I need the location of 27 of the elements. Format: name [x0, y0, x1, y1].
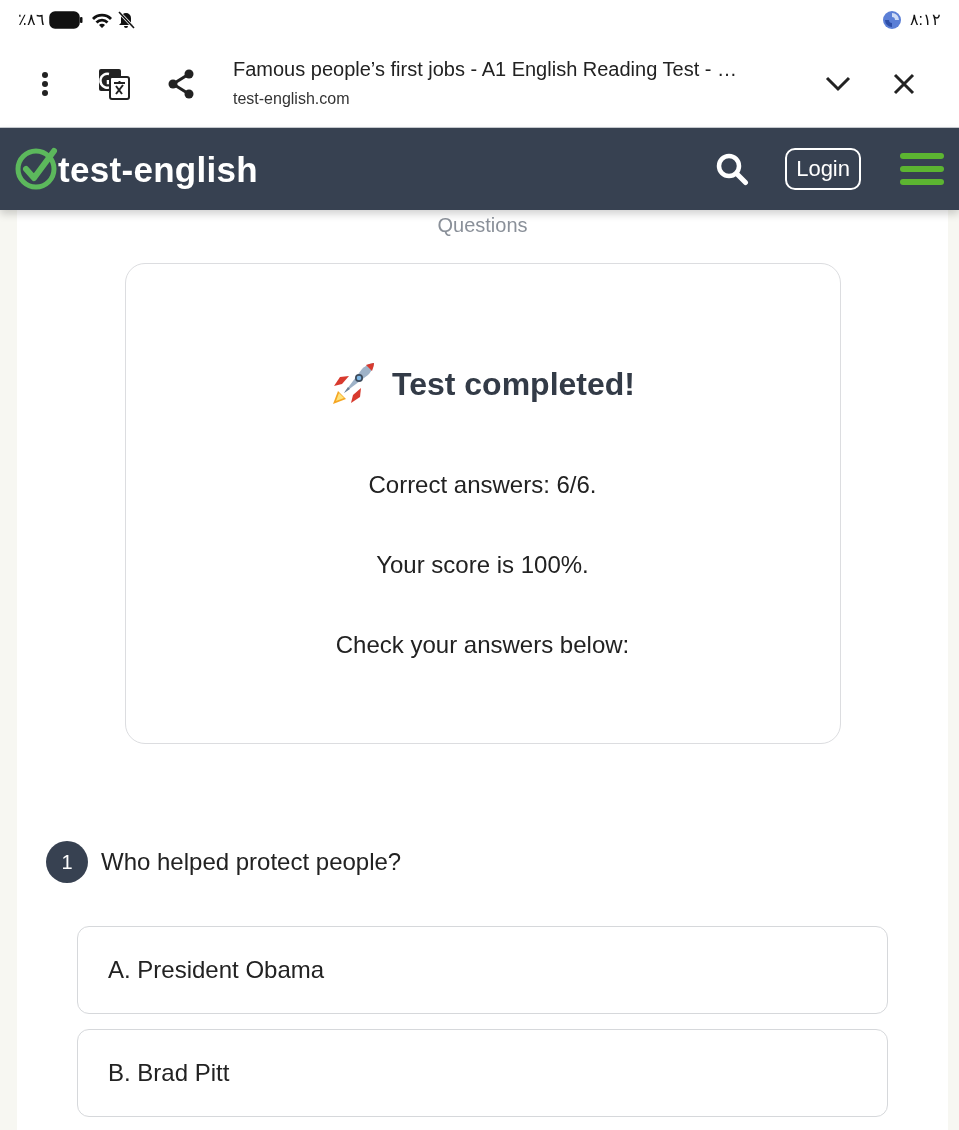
page-url: test-english.com	[233, 88, 351, 109]
logo-text: test-english	[58, 151, 258, 187]
result-title: Test completed!	[392, 364, 635, 404]
bell-off-icon	[117, 11, 135, 29]
page-title: Famous people’s first jobs - A1 English Reading Test - …	[233, 56, 738, 81]
result-text: Check your answers below:	[335, 630, 630, 660]
chevron-down-icon[interactable]	[825, 75, 851, 92]
question-number: 1	[46, 841, 88, 883]
battery-level: ٪۸٦	[18, 10, 45, 30]
rocket-icon	[330, 361, 376, 407]
result-text: Your score is 100%.	[376, 550, 589, 580]
app-notification-icon	[881, 10, 902, 30]
answer-option[interactable]: B. Brad Pitt	[77, 1029, 888, 1117]
translate-icon[interactable]	[98, 67, 130, 100]
check-circle-icon	[14, 147, 58, 191]
battery-icon	[49, 11, 83, 29]
site-logo[interactable]: test-english	[14, 147, 258, 191]
clock-time: ۸:۱۲	[909, 10, 941, 30]
close-icon[interactable]	[893, 72, 915, 95]
question-text: Who helped protect people?	[101, 847, 402, 877]
wifi-icon	[91, 11, 113, 29]
share-icon[interactable]	[167, 68, 195, 99]
search-icon[interactable]	[715, 152, 750, 186]
login-button[interactable]: Login	[785, 147, 861, 191]
answer-option[interactable]: A. President Obama	[77, 926, 888, 1014]
result-text: Correct answers: 6/6.	[368, 471, 597, 500]
section-heading: Questions	[437, 214, 528, 236]
